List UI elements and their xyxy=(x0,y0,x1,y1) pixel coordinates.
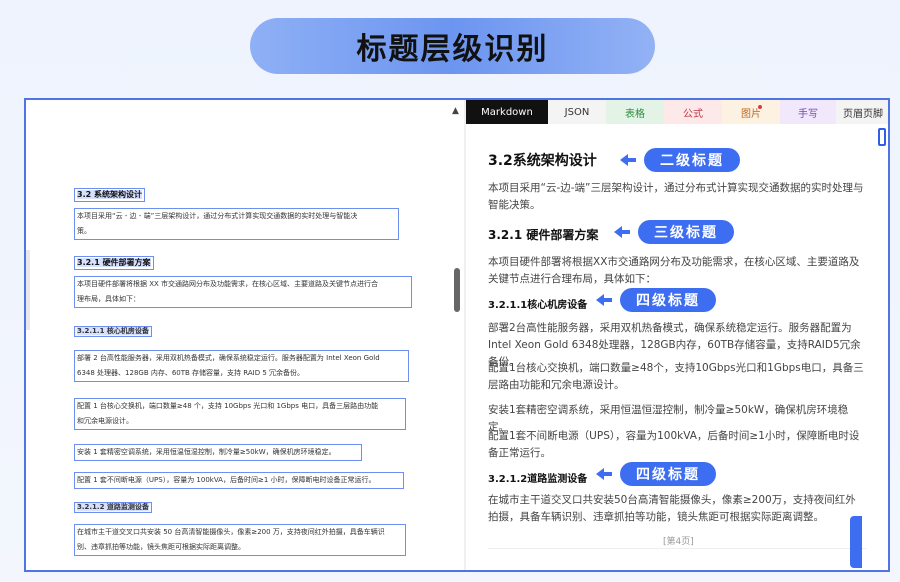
scroll-up-icon[interactable]: ▲ xyxy=(452,106,459,116)
detected-paragraph[interactable]: 部署 2 台高性能服务器，采用双机热备模式，确保系统稳定运行。服务器配置为 In… xyxy=(74,350,409,382)
line: 本项目采用“云 - 边 - 端”三层架构设计，通过分布式计算实现交通数据的实时处… xyxy=(77,212,358,220)
notification-dot-icon xyxy=(758,105,762,109)
paragraph: 本项目硬件部署将根据XX市交通路网分布及功能需求，在核心区域、主要道路及关键节点… xyxy=(488,256,860,285)
line: 理布局，具体如下： xyxy=(77,295,140,303)
arrow-shaft xyxy=(622,230,630,234)
tab-formula[interactable]: 公式 xyxy=(664,100,722,124)
detected-heading-4[interactable]: 3.2.1.1 核心机房设备 xyxy=(74,326,152,337)
detected-paragraph[interactable]: 本项目硬件部署将根据 XX 市交通路网分布及功能需求，在核心区域、主要道路及关键… xyxy=(74,276,412,308)
app-frame: 3.2 系统架构设计 本项目采用“云 - 边 - 端”三层架构设计，通过分布式计… xyxy=(24,98,890,572)
line: 配置 1 台核心交换机，端口数量≥48 个，支持 10Gbps 光口和 1Gbp… xyxy=(77,402,379,410)
line: 安装 1 套精密空调系统，采用恒温恒湿控制，制冷量≥50kW，确保机房环境稳定。 xyxy=(77,448,336,456)
page-number: [第4页] xyxy=(663,537,694,547)
heading-3: 3.2.1 硬件部署方案 xyxy=(488,228,599,242)
label-pill: 四级标题 xyxy=(620,288,716,312)
result-pane: Markdown JSON 表格 公式 图片 手写 页眉页脚 3.2系统架构设计… xyxy=(466,100,888,570)
paragraph: 配置1套不间断电源（UPS），容量为100kVA，后备时间≥1小时，保障断电时设… xyxy=(488,430,860,459)
line: 别、违章抓拍等功能，镜头焦距可根据实际距离调整。 xyxy=(77,543,245,551)
label-pill: 二级标题 xyxy=(644,148,740,172)
arrow-left-icon xyxy=(596,294,604,306)
label-heading-4: 四级标题 xyxy=(596,288,716,312)
arrow-shaft xyxy=(604,298,612,302)
line: 在城市主干道交叉口共安装 50 台高清智能摄像头，像素≥200 万，支持夜间红外… xyxy=(77,528,385,536)
label-heading-3: 三级标题 xyxy=(614,220,734,244)
tab-header-footer[interactable]: 页眉页脚 xyxy=(836,100,888,124)
tab-image[interactable]: 图片 xyxy=(722,100,780,124)
tab-markdown[interactable]: Markdown xyxy=(466,100,548,124)
paragraph: 本项目采用“云-边-端”三层架构设计，通过分布式计算实现交通数据的实时处理与智能… xyxy=(488,182,864,211)
arrow-shaft xyxy=(628,158,636,162)
line: 6348 处理器、128GB 内存、60TB 存储容量，支持 RAID 5 冗余… xyxy=(77,369,305,377)
paragraph: 配置1台核心交换机，端口数量≥48个，支持10Gbps光口和1Gbps电口，具备… xyxy=(488,362,864,391)
tab-table[interactable]: 表格 xyxy=(606,100,664,124)
paragraph: 在城市主干道交叉口共安装50台高清智能摄像头，像素≥200万，支持夜间红外拍摄，… xyxy=(488,494,856,523)
heading-4: 3.2.1.2道路监测设备 xyxy=(488,474,588,485)
feedback-tab[interactable] xyxy=(850,516,862,568)
heading-4: 3.2.1.1核心机房设备 xyxy=(488,300,588,311)
label-pill: 四级标题 xyxy=(620,462,716,486)
detected-paragraph[interactable]: 配置 1 套不间断电源（UPS），容量为 100kVA，后备时间≥1 小时，保障… xyxy=(74,472,404,489)
expand-icon[interactable] xyxy=(878,128,886,146)
detected-heading-4[interactable]: 3.2.1.2 道路监测设备 xyxy=(74,502,152,513)
heading-2: 3.2系统架构设计 xyxy=(488,153,597,169)
label-pill: 三级标题 xyxy=(638,220,734,244)
line: 部署 2 台高性能服务器，采用双机热备模式，确保系统稳定运行。服务器配置为 In… xyxy=(77,354,380,362)
detected-paragraph[interactable]: 本项目采用“云 - 边 - 端”三层架构设计，通过分布式计算实现交通数据的实时处… xyxy=(74,208,399,240)
arrow-left-icon xyxy=(614,226,622,238)
line: 本项目硬件部署将根据 XX 市交通路网分布及功能需求，在核心区域、主要道路及关键… xyxy=(77,280,379,288)
line: 和冗余电源设计。 xyxy=(77,417,133,425)
detected-paragraph[interactable]: 在城市主干道交叉口共安装 50 台高清智能摄像头，像素≥200 万，支持夜间红外… xyxy=(74,524,406,556)
document-preview-pane[interactable]: 3.2 系统架构设计 本项目采用“云 - 边 - 端”三层架构设计，通过分布式计… xyxy=(26,100,466,570)
result-tabs: Markdown JSON 表格 公式 图片 手写 页眉页脚 xyxy=(466,100,888,124)
banner-title: 标题层级识别 xyxy=(250,18,655,74)
line: 策。 xyxy=(77,227,91,235)
label-heading-4: 四级标题 xyxy=(596,462,716,486)
detected-paragraph[interactable]: 配置 1 台核心交换机，端口数量≥48 个，支持 10Gbps 光口和 1Gbp… xyxy=(74,398,406,430)
tab-handwriting[interactable]: 手写 xyxy=(780,100,836,124)
arrow-left-icon xyxy=(620,154,628,166)
label-heading-2: 二级标题 xyxy=(620,148,740,172)
detected-heading-3[interactable]: 3.2.1 硬件部署方案 xyxy=(74,256,154,270)
divider xyxy=(488,548,866,549)
arrow-shaft xyxy=(604,472,612,476)
left-scrollbar[interactable] xyxy=(454,268,460,312)
detected-paragraph[interactable]: 安装 1 套精密空调系统，采用恒温恒湿控制，制冷量≥50kW，确保机房环境稳定。 xyxy=(74,444,362,461)
left-gutter xyxy=(26,250,30,330)
tab-json[interactable]: JSON xyxy=(548,100,606,124)
detected-heading-2[interactable]: 3.2 系统架构设计 xyxy=(74,188,145,202)
line: 配置 1 套不间断电源（UPS），容量为 100kVA，后备时间≥1 小时，保障… xyxy=(77,476,376,484)
arrow-left-icon xyxy=(596,468,604,480)
